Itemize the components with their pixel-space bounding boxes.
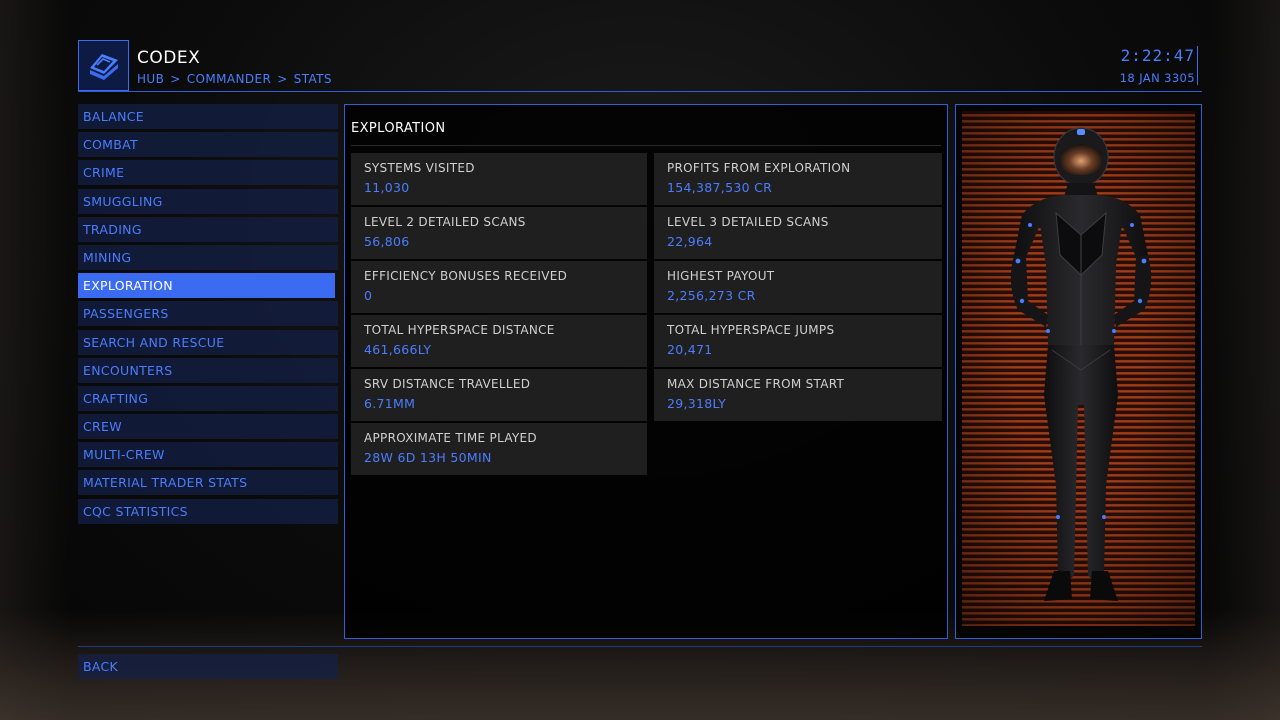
footer-divider [78, 646, 1202, 647]
sidebar-item-crime[interactable]: CRIME [78, 160, 338, 186]
commander-portrait-panel [955, 104, 1202, 639]
stats-grid: SYSTEMS VISITED 11,030 PROFITS FROM EXPL… [351, 153, 943, 475]
sidebar-item-smuggling[interactable]: SMUGGLING [78, 188, 338, 214]
section-divider [351, 145, 941, 146]
header: CODEX HUB > COMMANDER > STATS 2:22:47 18… [78, 40, 1202, 92]
sidebar-item-mining[interactable]: MINING [78, 244, 338, 270]
stat-label: HIGHEST PAYOUT [667, 269, 775, 283]
stat-value: 6.71MM [364, 396, 416, 411]
stat-label: TOTAL HYPERSPACE DISTANCE [364, 323, 555, 337]
breadcrumb-commander[interactable]: COMMANDER [187, 72, 271, 86]
stat-approximate-time-played: APPROXIMATE TIME PLAYED 28W 6D 13H 50MIN [351, 423, 647, 475]
stat-value: 2,256,273 CR [667, 288, 756, 303]
codex-book-icon [78, 40, 129, 91]
section-title: EXPLORATION [351, 121, 446, 136]
sidebar-item-balance[interactable]: BALANCE [78, 104, 338, 129]
stat-efficiency-bonuses-received: EFFICIENCY BONUSES RECEIVED 0 [351, 261, 647, 313]
stat-profits-from-exploration: PROFITS FROM EXPLORATION 154,387,530 CR [654, 153, 942, 205]
stat-value: 56,806 [364, 234, 410, 249]
sidebar: BALANCE COMBAT CRIME SMUGGLING TRADING M… [78, 104, 338, 527]
stat-systems-visited: SYSTEMS VISITED 11,030 [351, 153, 647, 205]
stat-label: APPROXIMATE TIME PLAYED [364, 431, 537, 445]
stat-value: 29,318LY [667, 396, 727, 411]
stat-label: EFFICIENCY BONUSES RECEIVED [364, 269, 568, 283]
sidebar-item-material-trader-stats[interactable]: MATERIAL TRADER STATS [78, 470, 338, 496]
breadcrumb: HUB > COMMANDER > STATS [137, 72, 332, 86]
stat-label: LEVEL 3 DETAILED SCANS [667, 215, 829, 229]
stat-value: 20,471 [667, 342, 713, 357]
stat-value: 22,964 [667, 234, 713, 249]
commander-avatar-icon [1010, 127, 1152, 601]
stat-label: SRV DISTANCE TRAVELLED [364, 377, 531, 391]
clock-date: 18 JAN 3305 [1119, 71, 1195, 85]
stat-label: LEVEL 2 DETAILED SCANS [364, 215, 526, 229]
sidebar-item-passengers[interactable]: PASSENGERS [78, 301, 338, 327]
sidebar-item-multi-crew[interactable]: MULTI-CREW [78, 442, 338, 468]
stat-value: 28W 6D 13H 50MIN [364, 450, 492, 465]
stat-highest-payout: HIGHEST PAYOUT 2,256,273 CR [654, 261, 942, 313]
stat-value: 461,666LY [364, 342, 432, 357]
stats-panel: EXPLORATION SYSTEMS VISITED 11,030 PROFI… [344, 104, 948, 639]
sidebar-item-crew[interactable]: CREW [78, 414, 338, 440]
breadcrumb-stats: STATS [293, 72, 332, 86]
sidebar-item-crafting[interactable]: CRAFTING [78, 385, 338, 411]
clock-time: 2:22:47 [1120, 46, 1195, 65]
breadcrumb-separator: > [277, 72, 288, 86]
stat-value: 0 [364, 288, 373, 303]
stat-value: 154,387,530 CR [667, 180, 773, 195]
sidebar-item-exploration[interactable]: EXPLORATION [78, 273, 335, 299]
stat-label: SYSTEMS VISITED [364, 161, 475, 175]
stat-label: TOTAL HYPERSPACE JUMPS [667, 323, 835, 337]
stat-level-3-detailed-scans: LEVEL 3 DETAILED SCANS 22,964 [654, 207, 942, 259]
stat-srv-distance-travelled: SRV DISTANCE TRAVELLED 6.71MM [351, 369, 647, 421]
page-title: CODEX [137, 48, 201, 68]
breadcrumb-separator: > [170, 72, 181, 86]
stat-level-2-detailed-scans: LEVEL 2 DETAILED SCANS 56,806 [351, 207, 647, 259]
stat-total-hyperspace-jumps: TOTAL HYPERSPACE JUMPS 20,471 [654, 315, 942, 367]
stat-label: PROFITS FROM EXPLORATION [667, 161, 851, 175]
sidebar-item-search-and-rescue[interactable]: SEARCH AND RESCUE [78, 329, 338, 355]
clock: 2:22:47 18 JAN 3305 [1120, 46, 1198, 85]
stat-max-distance-from-start: MAX DISTANCE FROM START 29,318LY [654, 369, 942, 421]
back-button[interactable]: BACK [78, 654, 338, 679]
sidebar-item-encounters[interactable]: ENCOUNTERS [78, 357, 338, 383]
sidebar-item-cqc-statistics[interactable]: CQC STATISTICS [78, 498, 338, 524]
sidebar-item-combat[interactable]: COMBAT [78, 132, 338, 158]
stat-value: 11,030 [364, 180, 410, 195]
stat-total-hyperspace-distance: TOTAL HYPERSPACE DISTANCE 461,666LY [351, 315, 647, 367]
breadcrumb-hub[interactable]: HUB [137, 72, 164, 86]
stat-label: MAX DISTANCE FROM START [667, 377, 845, 391]
sidebar-item-trading[interactable]: TRADING [78, 216, 338, 242]
